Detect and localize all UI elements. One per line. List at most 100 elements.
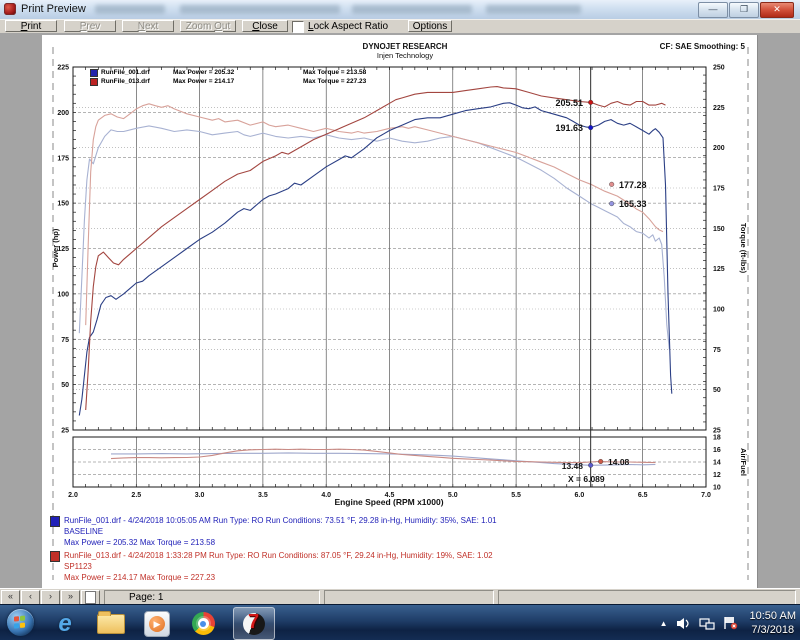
close-window-button[interactable]: ✕ — [760, 2, 794, 18]
run-info-1: RunFile_001.drf - 4/24/2018 10:05:05 AM … — [50, 515, 497, 548]
preview-page: DYNOJET RESEARCH Injen Technology CF: SA… — [42, 35, 758, 589]
callout-torque-red: 177.28 — [619, 180, 647, 190]
taskbar-item-internet-explorer[interactable]: e — [50, 610, 80, 637]
tray-expand-icon[interactable]: ▲ — [660, 619, 668, 628]
afr-tick-label: 16 — [713, 447, 721, 454]
torque-tick-label: 75 — [713, 347, 721, 354]
action-center-flag-icon[interactable] — [723, 616, 738, 630]
afr-tick-label: 12 — [713, 472, 721, 479]
series-runfile_001-power — [78, 102, 673, 416]
legend-swatch-run2 — [90, 77, 98, 86]
x-axis-title: Engine Speed (RPM x1000) — [334, 497, 443, 507]
next-page-button[interactable]: › — [41, 589, 60, 605]
power-tick-label: 50 — [61, 382, 69, 389]
power-tick-label: 100 — [57, 291, 69, 298]
volume-icon[interactable] — [676, 617, 691, 630]
windows-logo-icon — [14, 615, 26, 629]
next-label: N — [137, 21, 145, 32]
zoom-out-label: Zoom — [185, 21, 215, 32]
power-tick-label: 75 — [61, 337, 69, 344]
afr-tick-label: 10 — [713, 485, 721, 492]
callout-afr-red: 14.08 — [608, 457, 630, 467]
legend-max-power: Max Power = 205.32 — [173, 69, 235, 76]
run-info-2: RunFile_013.drf - 4/24/2018 1:33:28 PM R… — [50, 550, 493, 583]
print-button[interactable]: Print — [5, 20, 57, 32]
taskbar-item-explorer[interactable] — [96, 610, 126, 637]
power-tick-label: 25 — [61, 428, 69, 435]
taskbar: e ▶ 7 ▲ 10:50 AM 7/3/2018 — [0, 604, 800, 640]
lock-aspect-checkbox[interactable] — [292, 21, 304, 33]
page-icon — [85, 590, 96, 604]
zoom-out-label: O — [214, 21, 222, 32]
prev-page-button[interactable]: ‹ — [21, 589, 40, 605]
cursor-marker — [588, 125, 594, 131]
close-preview-button[interactable]: Close — [242, 20, 288, 32]
power-tick-label: 200 — [57, 110, 69, 117]
x-tick-label: 2.0 — [68, 492, 78, 499]
x-tick-label: 2.5 — [131, 492, 141, 499]
series-runfile_001-torque — [78, 125, 670, 350]
legend-max-power: Max Power = 214.17 — [173, 78, 235, 85]
title-bar[interactable]: Print Preview — ❐ ✕ — [0, 0, 800, 20]
minimize-button[interactable]: — — [698, 2, 728, 18]
x-tick-label: 6.0 — [575, 492, 585, 499]
torque-tick-label: 125 — [713, 266, 725, 273]
legend-row: RunFile_001.drf Max Power = 205.32 Max T… — [90, 68, 366, 77]
screen: Print Preview — ❐ ✕ Print Prev Next Zoom… — [0, 0, 800, 640]
torque-tick-label: 150 — [713, 226, 725, 233]
torque-tick-label: 175 — [713, 186, 725, 193]
chart-legend: RunFile_001.drf Max Power = 205.32 Max T… — [90, 68, 366, 86]
afr-tick-label: 14 — [713, 460, 721, 467]
taskbar-item-dynojet-active[interactable]: 7 — [233, 607, 275, 640]
run-max-values: Max Power = 205.32 Max Torque = 213.58 — [64, 538, 216, 547]
smoothing-label: CF: SAE Smoothing: 5 — [660, 42, 746, 51]
page-indicator: Page: 1 — [104, 589, 320, 605]
taskbar-clock[interactable]: 10:50 AM 7/3/2018 — [750, 609, 796, 637]
print-label: rint — [27, 21, 42, 32]
callout-power-red: 205.51 — [555, 98, 583, 108]
chart-brand: DYNOJET RESEARCH — [363, 42, 448, 51]
last-page-button[interactable]: » — [61, 589, 80, 605]
status-bar: « ‹ › » Page: 1 — [0, 588, 800, 605]
redacted-title-text — [486, 5, 581, 14]
chart-subbrand: Injen Technology — [377, 51, 433, 60]
dynojet-icon: 7 — [243, 610, 265, 635]
power-tick-label: 225 — [57, 65, 69, 72]
torque-tick-label: 25 — [713, 428, 721, 435]
taskbar-item-chrome[interactable] — [188, 610, 218, 637]
clock-date: 7/3/2018 — [751, 624, 795, 636]
power-tick-label: 150 — [57, 201, 69, 208]
folder-icon — [97, 610, 125, 634]
run-conditions: RunFile_001.drf - 4/24/2018 10:05:05 AM … — [64, 516, 497, 525]
caption-buttons: — ❐ ✕ — [697, 2, 794, 18]
page-setup-button[interactable] — [81, 589, 100, 605]
restore-button[interactable]: ❐ — [729, 2, 759, 18]
cursor-marker — [588, 99, 594, 105]
options-button[interactable]: Options — [408, 20, 452, 32]
redacted-title-text — [180, 5, 340, 14]
dynojet-7-glyph: 7 — [248, 610, 260, 633]
legend-max-torque: Max Torque = 213.58 — [303, 69, 367, 76]
afr-axis-title: Air/Fuel — [739, 448, 748, 476]
dyno-chart: DYNOJET RESEARCH Injen Technology CF: SA… — [51, 42, 749, 580]
taskbar-item-media-player[interactable]: ▶ — [142, 610, 172, 637]
run-swatch — [50, 551, 60, 562]
start-button[interactable] — [7, 609, 34, 636]
run-max-values: Max Power = 214.17 Max Torque = 227.23 — [64, 573, 216, 582]
cursor-marker — [598, 459, 604, 465]
next-label: ext — [144, 21, 159, 32]
x-tick-label: 5.0 — [448, 492, 458, 499]
prev-button[interactable]: Prev — [64, 20, 116, 32]
zoom-out-button[interactable]: Zoom Out — [180, 20, 236, 32]
close-label: lose — [259, 21, 278, 32]
torque-tick-label: 225 — [713, 105, 725, 112]
status-panel — [498, 589, 796, 605]
prev-label: rev — [86, 21, 101, 32]
first-page-button[interactable]: « — [1, 589, 20, 605]
x-tick-label: 4.0 — [321, 492, 331, 499]
next-button[interactable]: Next — [122, 20, 174, 32]
network-icon[interactable] — [698, 617, 715, 630]
page-indicator-text: Page: 1 — [129, 591, 164, 603]
legend-swatch-run1 — [90, 68, 98, 77]
torque-tick-label: 100 — [713, 307, 725, 314]
